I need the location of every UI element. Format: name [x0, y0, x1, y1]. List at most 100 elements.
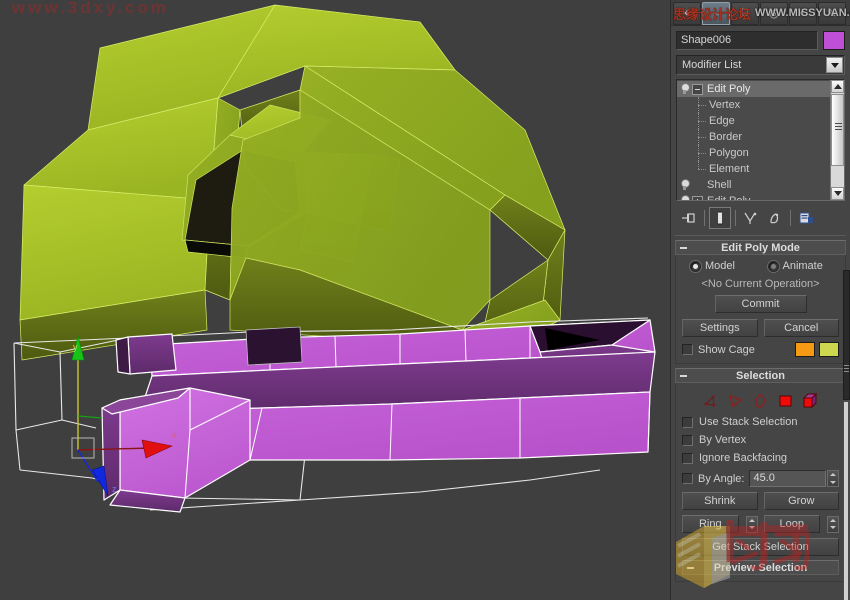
model-label: Model: [705, 260, 735, 272]
modify-tab[interactable]: ⌁: [702, 1, 730, 25]
polygon-sub-object-icon[interactable]: [776, 391, 796, 410]
by-angle-checkbox[interactable]: [682, 473, 693, 484]
stack-item-label: Vertex: [709, 99, 741, 111]
display-tab[interactable]: ◐: [789, 1, 817, 25]
lightbulb-icon[interactable]: [679, 195, 690, 200]
stack-item-label: Edit Poly: [707, 195, 750, 200]
cancel-button[interactable]: Cancel: [763, 319, 839, 337]
scrollbar-grip-icon: [835, 123, 842, 132]
collapse-minus-icon: [680, 247, 687, 249]
collapse-expander-icon[interactable]: [692, 83, 703, 95]
svg-text:x: x: [172, 430, 177, 440]
utilities-icon: ✎: [827, 7, 837, 20]
modifier-stack-list[interactable]: Edit Poly Vertex Edge Border Polygon Ele…: [677, 80, 830, 200]
current-operation-text: <No Current Operation>: [701, 278, 820, 290]
settings-cancel-row: Settings Cancel: [682, 319, 839, 337]
selection-body: Use Stack Selection By Vertex Ignore Bac…: [675, 383, 846, 582]
stack-item-label: Edge: [709, 115, 735, 127]
command-panel-scrollbar[interactable]: [843, 270, 850, 600]
stack-item-edit-poly-base[interactable]: Edit Poly: [677, 193, 830, 200]
stack-subobject-vertex[interactable]: Vertex: [677, 97, 830, 113]
edge-sub-object-icon[interactable]: [726, 391, 746, 410]
command-panel: ✦ ⌁ ⌸ ◎ ◐ ✎ 思缘设计论坛 WWW.MISSYUAN.COM: [670, 0, 850, 600]
grow-button[interactable]: Grow: [763, 492, 839, 510]
selection-header[interactable]: Selection: [675, 368, 846, 383]
object-name-field[interactable]: Shape006: [676, 31, 818, 50]
toolbar-divider: [735, 210, 736, 226]
by-vertex-checkbox[interactable]: [682, 434, 693, 446]
by-vertex-label: By Vertex: [699, 434, 747, 446]
shrink-grow-row: Shrink Grow: [682, 492, 839, 510]
preview-selection-header[interactable]: Preview Selection: [682, 560, 839, 575]
modifier-list-dropdown[interactable]: Modifier List: [676, 55, 845, 75]
animate-radio-icon[interactable]: [767, 260, 779, 272]
viewport-scene: y x z: [0, 0, 670, 600]
scroll-down-arrow-icon[interactable]: [831, 187, 844, 200]
model-radio-item[interactable]: Model: [690, 260, 762, 272]
stack-item-shell[interactable]: Shell: [677, 177, 830, 193]
selection-rollout: Selection Use Stack Selection By Vertex …: [675, 368, 846, 582]
shrink-button[interactable]: Shrink: [682, 492, 758, 510]
stack-subobject-element[interactable]: Element: [677, 161, 830, 177]
animate-radio-item[interactable]: Animate: [767, 260, 840, 272]
3dsmax-window: y x z www.3dxy.com ✦ ⌁ ⌸ ◎ ◐ ✎ 思缘设计论坛 WW…: [0, 0, 850, 600]
by-angle-spinner[interactable]: [827, 470, 839, 487]
edit-poly-mode-header[interactable]: Edit Poly Mode: [675, 240, 846, 255]
by-angle-input[interactable]: 45.0: [749, 470, 826, 487]
border-sub-object-icon[interactable]: [751, 391, 771, 410]
scrollbar-thumb[interactable]: [831, 94, 844, 166]
cage-color-swatch-1[interactable]: [795, 342, 815, 357]
ring-button[interactable]: Ring: [682, 515, 739, 533]
loop-spinner[interactable]: [827, 515, 839, 533]
modifier-stack[interactable]: Edit Poly Vertex Edge Border Polygon Ele…: [676, 79, 845, 201]
object-color-swatch[interactable]: [823, 31, 845, 50]
perspective-viewport[interactable]: y x z www.3dxy.com: [0, 0, 670, 600]
animate-label: Animate: [782, 260, 823, 272]
stack-subobject-edge[interactable]: Edge: [677, 113, 830, 129]
lightbulb-icon[interactable]: [679, 179, 690, 191]
command-panel-tabs: ✦ ⌁ ⌸ ◎ ◐ ✎ 思缘设计论坛 WWW.MISSYUAN.COM: [671, 0, 850, 26]
pin-stack-icon[interactable]: [678, 207, 700, 229]
loop-button[interactable]: Loop: [763, 515, 820, 533]
stack-subobject-border[interactable]: Border: [677, 129, 830, 145]
by-vertex-row[interactable]: By Vertex: [682, 434, 839, 446]
stack-item-edit-poly-top[interactable]: Edit Poly: [677, 81, 830, 97]
vertex-sub-object-icon[interactable]: [701, 391, 721, 410]
settings-button[interactable]: Settings: [682, 319, 758, 337]
lightbulb-icon[interactable]: [679, 83, 690, 95]
make-unique-icon[interactable]: [740, 207, 762, 229]
stack-subobject-polygon[interactable]: Polygon: [677, 145, 830, 161]
by-angle-label: By Angle:: [698, 472, 745, 485]
modify-icon: ⌁: [712, 7, 720, 20]
motion-tab[interactable]: ◎: [760, 1, 788, 25]
scroll-up-arrow-icon[interactable]: [831, 80, 844, 93]
configure-modifier-sets-icon[interactable]: [795, 207, 817, 229]
hierarchy-tab[interactable]: ⌸: [731, 1, 759, 25]
scrollbar-thumb[interactable]: [843, 270, 850, 400]
ignore-backfacing-checkbox[interactable]: [682, 452, 693, 464]
element-sub-object-icon[interactable]: [801, 391, 821, 410]
ring-spinner[interactable]: [745, 515, 758, 533]
stack-item-label: Shell: [707, 179, 732, 191]
utilities-tab[interactable]: ✎: [818, 1, 846, 25]
create-tab[interactable]: ✦: [673, 1, 701, 25]
show-cage-checkbox[interactable]: [682, 344, 693, 355]
collapse-minus-icon: [687, 567, 694, 569]
stack-item-label: Border: [709, 131, 743, 143]
commit-row: Commit: [682, 295, 839, 313]
expand-expander-icon[interactable]: [692, 195, 703, 200]
show-end-result-icon[interactable]: [709, 207, 731, 229]
use-stack-selection-checkbox[interactable]: [682, 416, 693, 428]
get-stack-selection-button[interactable]: Get Stack Selection: [682, 538, 839, 556]
use-stack-selection-row[interactable]: Use Stack Selection: [682, 416, 839, 428]
scrollbar-track[interactable]: [844, 402, 848, 600]
chevron-down-icon[interactable]: [826, 57, 843, 73]
model-radio-icon[interactable]: [690, 260, 701, 272]
ignore-backfacing-row[interactable]: Ignore Backfacing: [682, 452, 839, 464]
collapse-minus-icon: [680, 375, 687, 377]
toolbar-divider: [704, 210, 705, 226]
remove-modifier-icon[interactable]: [764, 207, 786, 229]
commit-button[interactable]: Commit: [714, 295, 807, 313]
cage-color-swatch-2[interactable]: [819, 342, 839, 357]
modifier-stack-scrollbar[interactable]: [830, 80, 844, 200]
